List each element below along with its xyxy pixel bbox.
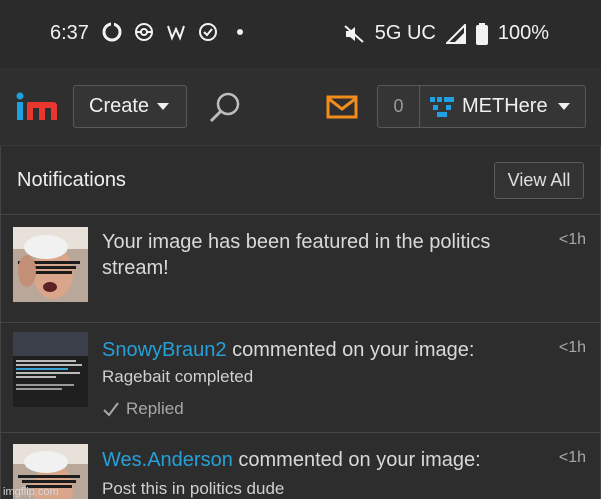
notification-text: SnowyBraun2 commented on your image: [102,337,542,363]
create-button[interactable]: Create [73,85,187,128]
comment-text: Ragebait completed [102,367,254,386]
search-icon[interactable] [207,90,243,126]
check-circle-icon [199,23,217,41]
notification-text: Your image has been featured in the poli… [102,231,491,279]
notification-action: commented on your image: [238,449,481,471]
notifications-title: Notifications [17,168,126,191]
notification-item[interactable]: Wes.Anderson commented on your image: Po… [1,433,600,499]
notification-time: <1h [558,339,586,356]
status-bar: 6:37 5G UC 100% [0,0,601,68]
chevron-down-icon [558,103,570,110]
notifications-panel: Notifications View All Your image has be… [0,146,601,499]
w-icon [167,25,185,41]
notification-user-link[interactable]: Wes.Anderson [102,449,233,471]
checkmark-icon [103,402,119,417]
imgflip-watermark: imgflip.com [3,486,59,498]
imgflip-logo[interactable] [15,90,59,124]
network-label: 5G UC [374,22,436,44]
meme-thumbnail[interactable] [13,332,88,407]
user-menu-group: 0 METHere [377,85,586,128]
notification-count[interactable]: 0 [378,86,420,127]
notification-time: <1h [558,231,586,248]
status-notification-icons [102,22,250,42]
battery-label: 100% [497,22,549,44]
signal-icon [445,23,466,44]
sync-icon [102,22,122,42]
site-header: Create 0 METHere [0,68,601,146]
user-menu-button[interactable]: METHere [420,86,585,127]
notifications-header: Notifications View All [1,146,600,215]
notification-item[interactable]: SnowyBraun2 commented on your image: Rag… [1,323,600,433]
replied-label: Replied [126,399,184,418]
dot-icon [237,29,243,35]
notification-action: commented on your image: [232,339,475,361]
status-time: 6:37 [50,22,89,44]
meme-thumbnail[interactable] [13,227,88,302]
pokeball-icon [135,23,153,41]
chevron-down-icon [157,103,170,110]
mute-icon [344,24,364,43]
notification-time: <1h [558,449,586,466]
view-all-button[interactable]: View All [494,162,584,199]
status-right: 5G UC 100% [343,22,549,45]
mail-icon[interactable] [326,94,358,120]
notification-user-link[interactable]: SnowyBraun2 [102,339,227,361]
notification-text: Wes.Anderson commented on your image: [102,447,542,473]
username: METHere [462,95,548,117]
notification-item[interactable]: Your image has been featured in the poli… [1,215,600,323]
create-label: Create [89,95,150,117]
comment-text: Post this in politics dude [102,479,285,498]
battery-icon [475,22,488,45]
replied-status: Replied [102,399,184,419]
avatar [430,96,454,117]
